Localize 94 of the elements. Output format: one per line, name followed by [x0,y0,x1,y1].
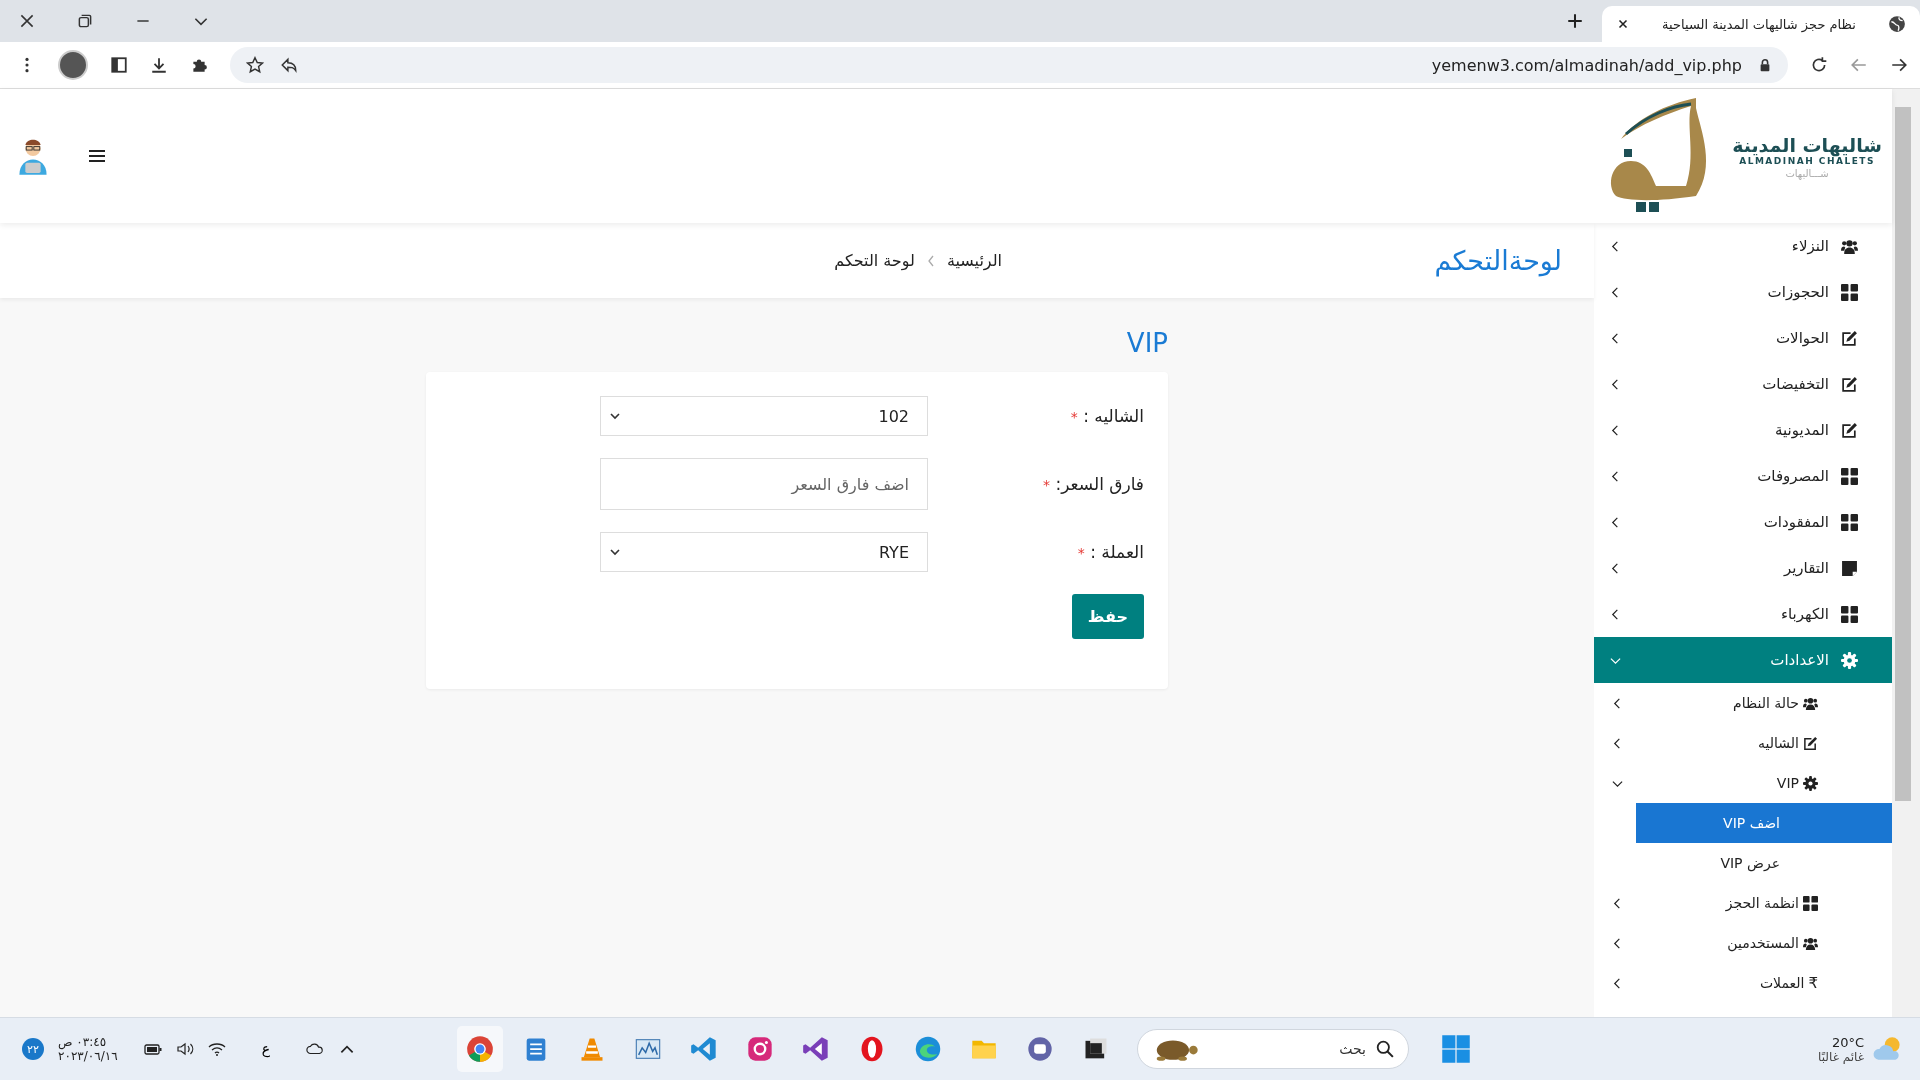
plus-icon[interactable] [1566,12,1584,30]
select-field[interactable]: 102 [600,396,928,436]
save-button[interactable]: حفظ [1071,594,1144,639]
chevron-left-icon [1610,608,1621,620]
input-field[interactable]: اضف فارق السعر [600,458,928,510]
clock[interactable]: ٠٣:٤٥ ص ٢٠٢٣/٠٦/١٦ [58,1035,118,1063]
notification-badge[interactable]: ٢٢ [22,1038,44,1060]
chevron-down-icon [609,546,621,558]
sidebar-item[interactable]: انظمة الحجز [1594,883,1892,923]
chevron-left-icon [1610,378,1621,390]
star-icon[interactable] [246,56,264,74]
chevron-left-icon [1610,240,1621,252]
restore-icon[interactable] [76,12,94,30]
keyboard-language[interactable]: ع [261,1041,270,1057]
chevron-left-icon [1610,332,1621,344]
download-icon[interactable] [150,56,168,74]
sidebar-item[interactable]: المصروفات [1594,453,1892,499]
sidebar-item[interactable]: اضف VIP [1636,803,1892,843]
gear-icon [1803,775,1818,791]
sidebar-item[interactable]: المفقودات [1594,499,1892,545]
grid-icon [1841,283,1858,301]
grid-icon [1841,605,1858,623]
globe-icon [1888,15,1906,33]
grid-icon [1841,513,1858,531]
sidebar-item[interactable]: الكهرباء [1594,591,1892,637]
breadcrumb-link[interactable]: الرئيسية [946,251,1002,270]
edit-icon [1803,735,1818,751]
edit-icon [1841,375,1858,393]
wifi-icon[interactable] [207,1040,226,1058]
users-icon [1841,237,1858,255]
volume-icon[interactable] [175,1040,194,1058]
windows-icon[interactable] [1441,1034,1471,1064]
chevron-left-icon [1612,697,1623,709]
search-icon [1376,1040,1394,1058]
chevron-left-icon [1612,977,1623,989]
temperature[interactable]: 20°C [1831,1034,1864,1050]
url-text: yemenw3.com/almadinah/add_vip.php [1431,55,1742,75]
field-label: فارق السعر: * [1042,474,1144,494]
tab-title: نظام حجز شاليهات المدينة السياحية [1662,16,1856,32]
sidebar-item[interactable]: التقارير [1594,545,1892,591]
gear-icon [1841,651,1858,669]
chevron-left-icon [1610,562,1621,574]
sidebar-item[interactable]: عرض VIP [1636,843,1892,883]
browser-tab[interactable]: نظام حجز شاليهات المدينة السياحية [1602,6,1920,42]
scrollbar[interactable] [1892,89,1920,1017]
chevron-left-icon [1610,424,1621,436]
lock-icon [1758,58,1772,72]
search-field[interactable]: بحث [1137,1029,1409,1069]
breadcrumb-current: لوحة التحكم [834,251,915,270]
sidebar-item[interactable]: النزلاء [1594,223,1892,269]
edit-icon [1841,329,1858,347]
note-icon [1841,559,1858,577]
section-title: VIP [1125,328,1168,358]
users-icon [1803,935,1818,951]
chevron-left-icon [1612,937,1623,949]
reload-icon[interactable] [1810,56,1828,74]
chevron-left-icon [1610,516,1621,528]
sidebar-item[interactable]: الحوالات [1594,315,1892,361]
chevron-left-icon [1610,470,1621,482]
logo-tagline: شـــاليهات [1785,167,1829,179]
weather-text[interactable]: غائم غالبًا [1818,1049,1864,1064]
sidebar-item[interactable]: حالة النظام [1594,683,1892,723]
chevron-down-icon [609,410,621,422]
grid-icon [1841,467,1858,485]
sidebar-item[interactable]: الاعدادات [1594,637,1892,683]
users-icon [1803,695,1818,711]
select-field[interactable]: RYE [600,532,928,572]
grid-icon [1803,895,1818,911]
profile-avatar[interactable] [58,50,88,80]
browser-icon[interactable] [457,1026,503,1072]
sidebar-item[interactable]: الحجوزات [1594,269,1892,315]
chevron-left-icon [1610,286,1621,298]
field-label: العملة : * [1076,542,1144,562]
close-icon[interactable] [1616,17,1630,31]
back-icon[interactable] [1850,56,1868,74]
chevron-left-icon [926,254,935,267]
close-icon[interactable] [18,12,36,30]
chevron-left-icon [1612,737,1623,749]
logo-title: شاليهات المدينة [1732,133,1882,156]
sidebar-item[interactable]: المديونية [1594,407,1892,453]
sidebar-item[interactable]: ₹ العملات [1594,963,1892,1003]
menu-icon[interactable] [88,149,106,163]
sidebar-item[interactable]: الشاليه [1594,723,1892,763]
chevron-left-icon [1612,897,1623,909]
share-icon[interactable] [280,56,298,74]
sidebar-item[interactable]: التخفيضات [1594,361,1892,407]
edit-icon [1841,421,1858,439]
forward-icon[interactable] [1890,56,1908,74]
side-panel-icon[interactable] [110,56,128,74]
page-title: لوحةالتحكم [1433,245,1562,276]
field-label: الشاليه : * [1069,406,1144,426]
sidebar-item[interactable]: المستخدمين [1594,923,1892,963]
address-bar[interactable]: yemenw3.com/almadinah/add_vip.php [230,47,1788,83]
sidebar-item[interactable]: VIP [1594,763,1892,803]
